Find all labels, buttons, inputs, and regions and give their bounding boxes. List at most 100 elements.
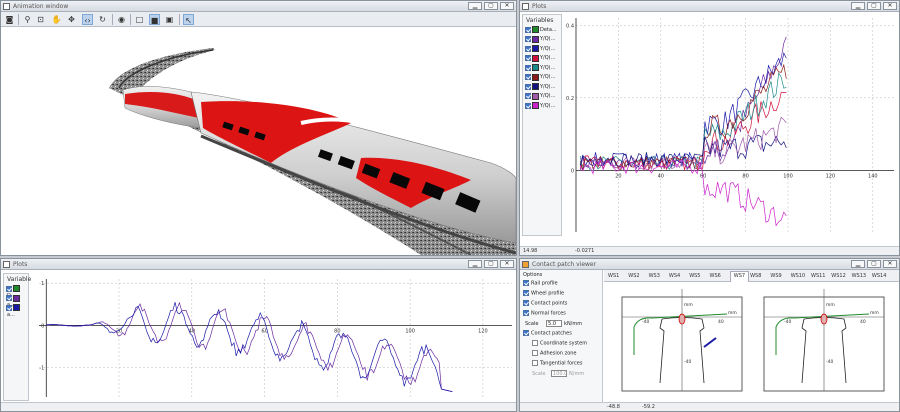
sub-option-label: Adhesion zone [540, 350, 577, 357]
tab-ws3[interactable]: WS3 [649, 273, 660, 279]
variable-checkbox[interactable] [525, 55, 531, 61]
variable-row[interactable]: Y/Q(... [523, 92, 561, 103]
variable-row[interactable]: Y/Q(... [523, 35, 561, 46]
variable-row[interactable]: D... [4, 285, 28, 299]
sub-option-row[interactable]: Tangential forces [520, 360, 602, 370]
variable-checkbox[interactable] [6, 285, 12, 292]
plot-bottom-chart[interactable]: 20 40 60 80 100 12010-1 [31, 273, 516, 401]
tab-ws12[interactable]: WS12 [831, 273, 845, 279]
scale2-label: Scale [532, 371, 546, 377]
variable-checkbox[interactable] [525, 83, 531, 90]
sub-option-checkbox[interactable] [532, 360, 538, 366]
variable-checkbox[interactable] [525, 26, 531, 33]
variable-checkbox[interactable] [6, 295, 12, 301]
sub-option-checkbox[interactable] [532, 350, 538, 356]
option-contact-patches[interactable]: Contact patches [520, 330, 602, 340]
contact-point [820, 313, 828, 325]
variable-row[interactable]: Y/Q(... [523, 64, 561, 74]
animation-viewport[interactable] [1, 28, 516, 255]
code-view-icon[interactable]: ‹› [82, 14, 93, 25]
rotate-icon[interactable]: ↻ [97, 14, 108, 25]
plots-titlebar[interactable]: Plots ▁ ▢ ✕ [1, 259, 516, 270]
variable-label: Y/Q(... [540, 64, 556, 71]
tab-ws14[interactable]: WS14 [872, 273, 886, 279]
tab-ws9[interactable]: WS9 [770, 273, 781, 279]
variable-row[interactable]: Y/Q(... [523, 83, 561, 93]
tab-ws13[interactable]: WS13 [852, 273, 866, 279]
minimize-button[interactable]: ▁ [851, 2, 865, 10]
option-row[interactable]: Normal forces [520, 310, 602, 320]
sub-option-row[interactable]: Coordinate system [520, 340, 602, 350]
zoom-fit-icon[interactable]: ⊡ [35, 14, 46, 25]
minimize-button[interactable]: ▁ [468, 260, 482, 268]
tab-ws4[interactable]: WS4 [669, 273, 680, 279]
cpv-titlebar[interactable]: Contact patch viewer ▁ ▢ ✕ [520, 259, 899, 270]
tab-ws1[interactable]: WS1 [608, 273, 619, 279]
option-row[interactable]: Wheel profile [520, 290, 602, 300]
close-button[interactable]: ✕ [883, 2, 897, 10]
tab-ws5[interactable]: WS5 [689, 273, 700, 279]
plot-top-chart[interactable]: 20 40 60 80 100 120 1400.40.20 [564, 14, 900, 236]
variable-row[interactable]: Y/Q(... [523, 73, 561, 84]
move-icon[interactable]: ✥ [66, 14, 77, 25]
zoom-icon[interactable]: ⚲ [22, 14, 33, 25]
option-row[interactable]: Rail profile [520, 280, 602, 290]
maximize-button[interactable]: ▢ [484, 2, 498, 10]
tick-label: -40 [784, 319, 791, 325]
option-checkbox[interactable] [523, 300, 529, 306]
status-y: -0.0271 [575, 248, 595, 254]
sub-option-checkbox[interactable] [532, 340, 538, 346]
sub-option-row[interactable]: Adhesion zone [520, 350, 602, 360]
animation-titlebar[interactable]: Animation window ▁ ▢ ✕ [1, 1, 516, 12]
x-tick-label: 120 [826, 173, 836, 179]
cpv-status-bar: -48.8 -59.2 [520, 402, 899, 411]
variable-label: Y/Q(... [540, 93, 556, 99]
tab-ws7[interactable]: WS7 [729, 271, 750, 282]
variable-row[interactable]: Deta... [523, 26, 561, 36]
variable-checkbox[interactable] [525, 102, 531, 109]
color-swatch [532, 54, 539, 62]
variable-row[interactable]: Y/Q(... [523, 45, 561, 55]
hand-icon[interactable]: ✋ [51, 14, 62, 25]
variable-row[interactable]: Y/Q(... [523, 102, 561, 112]
camera-icon[interactable]: ◙ [4, 14, 15, 25]
minimize-button[interactable]: ▁ [468, 2, 482, 10]
minimize-button[interactable]: ▁ [851, 260, 865, 268]
variable-checkbox[interactable] [525, 74, 531, 80]
pointer-icon[interactable]: ↖ [183, 14, 194, 25]
box-icon[interactable]: □ [134, 14, 145, 25]
maximize-button[interactable]: ▢ [867, 260, 881, 268]
color-swatch [532, 102, 539, 109]
close-button[interactable]: ✕ [883, 260, 897, 268]
option-checkbox[interactable] [523, 310, 529, 316]
variable-checkbox[interactable] [525, 36, 531, 42]
variable-row[interactable]: a... [4, 304, 28, 318]
option-checkbox[interactable] [523, 280, 529, 286]
close-button[interactable]: ✕ [500, 2, 514, 10]
scale-input[interactable]: 5.0 [546, 320, 563, 327]
tick-label: -40 [826, 359, 833, 365]
profile-view[interactable]: mm mm -40 40 -40 mm mm -40 40 -40 [604, 283, 900, 403]
eye-icon[interactable]: ◉ [116, 14, 127, 25]
box-textured-icon[interactable]: ▣ [164, 14, 175, 25]
tab-ws10[interactable]: WS10 [791, 273, 805, 279]
plots-titlebar[interactable]: Plots ▁ ▢ ✕ [520, 1, 899, 12]
variable-checkbox[interactable] [525, 45, 531, 52]
maximize-button[interactable]: ▢ [484, 260, 498, 268]
box-solid-icon[interactable]: ■ [149, 14, 160, 25]
scale2-input[interactable]: 100.0 [551, 370, 567, 377]
tab-ws8[interactable]: WS8 [750, 273, 761, 279]
maximize-button[interactable]: ▢ [867, 2, 881, 10]
tab-ws6[interactable]: WS6 [710, 273, 721, 279]
variable-row[interactable]: a... [4, 294, 28, 308]
close-button[interactable]: ✕ [500, 260, 514, 268]
tab-ws11[interactable]: WS11 [811, 273, 825, 279]
scale2-row: Scale 100.0 N/mm [520, 370, 602, 380]
variable-checkbox[interactable] [6, 304, 12, 311]
variable-checkbox[interactable] [525, 64, 531, 71]
option-checkbox[interactable] [523, 290, 529, 296]
variable-row[interactable]: Y/Q(... [523, 54, 561, 65]
option-row[interactable]: Contact points [520, 300, 602, 310]
tab-ws2[interactable]: WS2 [628, 273, 639, 279]
variable-checkbox[interactable] [525, 93, 531, 99]
